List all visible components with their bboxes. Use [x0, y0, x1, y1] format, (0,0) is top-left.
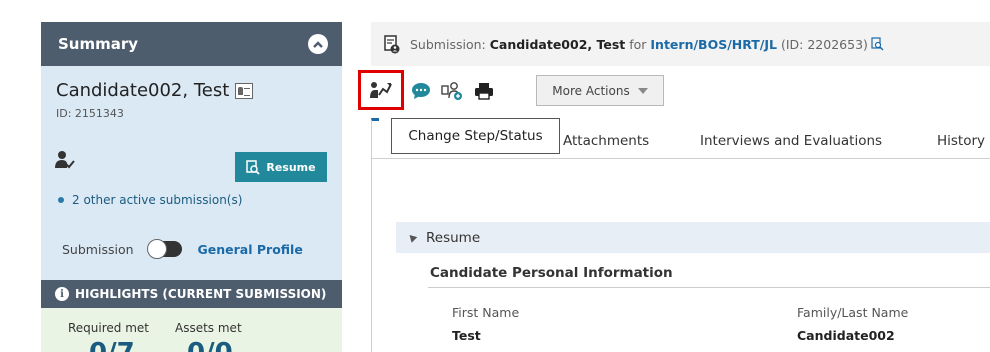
submission-profile-toggle[interactable]: [146, 239, 182, 259]
highlights-title: HIGHLIGHTS (CURRENT SUBMISSION): [75, 287, 327, 301]
other-active-submissions-link[interactable]: 2 other active submission(s): [58, 193, 242, 207]
toggle-knob: [146, 239, 167, 259]
resume-section-title: Resume: [426, 229, 481, 246]
first-name-value: Test: [452, 328, 481, 343]
chevron-up-icon: [313, 40, 323, 48]
more-actions-label: More Actions: [552, 83, 630, 98]
resume-button[interactable]: Resume: [235, 152, 327, 182]
tab-attachments[interactable]: Attachments: [563, 133, 649, 149]
requisition-link[interactable]: Intern/BOS/HRT/JL: [650, 37, 777, 52]
submission-prefix: Submission:: [410, 36, 486, 52]
personal-info-heading: Candidate Personal Information: [430, 265, 673, 281]
collapse-button[interactable]: [308, 34, 328, 54]
active-tab-indicator: [371, 118, 379, 160]
comment-icon: [412, 83, 430, 99]
content-border: [371, 158, 372, 352]
bullet-icon: [58, 197, 64, 203]
submission-for: for: [629, 36, 647, 52]
more-actions-dropdown[interactable]: More Actions: [536, 75, 664, 106]
collapse-triangle-icon: [406, 232, 418, 243]
requisition-preview-icon[interactable]: [871, 37, 884, 51]
highlights-metrics: Required met Assets met 0/7 0/0: [41, 308, 342, 352]
caret-down-icon: [637, 87, 648, 94]
add-comment-button[interactable]: [409, 79, 433, 103]
last-name-label: Family/Last Name: [797, 305, 909, 320]
summary-header: Summary: [41, 22, 342, 66]
share-candidate-icon: [441, 82, 462, 100]
required-met-label: Required met: [68, 321, 149, 335]
candidate-name: Candidate002, Test: [56, 80, 230, 101]
last-name-value: Candidate002: [797, 328, 895, 343]
user-check-icon: [55, 151, 75, 169]
print-icon: [475, 83, 493, 100]
action-toolbar: [382, 76, 496, 106]
first-name-label: First Name: [452, 305, 520, 320]
profile-toggle-row: Submission General Profile: [62, 239, 303, 259]
candidate-card-icon[interactable]: [235, 82, 254, 99]
submission-header: Submission: Candidate002, Test for Inter…: [371, 22, 990, 66]
summary-panel: Summary Candidate002, Test ID: 2151343 R…: [41, 22, 342, 352]
share-candidate-button[interactable]: [440, 79, 464, 103]
highlights-header: i HIGHLIGHTS (CURRENT SUBMISSION): [41, 280, 342, 308]
change-step-status-tooltip: Change Step/Status: [391, 118, 560, 154]
tabs-divider: [371, 158, 990, 159]
info-icon: i: [55, 287, 69, 301]
submission-id: (ID: 2202653): [780, 36, 868, 52]
candidate-name-row: Candidate002, Test: [56, 80, 254, 101]
summary-title: Summary: [58, 35, 139, 53]
candidate-id: ID: 2151343: [56, 107, 124, 120]
other-active-label: 2 other active submission(s): [72, 193, 243, 207]
required-met-value: 0/7: [89, 338, 135, 352]
assets-met-value: 0/0: [187, 338, 233, 352]
resume-section-header[interactable]: Resume: [396, 222, 990, 253]
resume-button-label: Resume: [266, 160, 316, 174]
assets-met-label: Assets met: [175, 321, 242, 335]
toggle-label-submission: Submission: [62, 241, 134, 257]
submission-candidate: Candidate002, Test: [489, 36, 626, 52]
toggle-label-general-profile[interactable]: General Profile: [198, 242, 303, 257]
tab-interviews-evaluations[interactable]: Interviews and Evaluations: [700, 133, 882, 149]
tab-history[interactable]: History: [937, 133, 985, 149]
personal-info-divider: [428, 287, 990, 288]
submission-doc-icon: [384, 34, 400, 53]
resume-search-icon: [246, 159, 261, 175]
print-button[interactable]: [472, 79, 496, 103]
